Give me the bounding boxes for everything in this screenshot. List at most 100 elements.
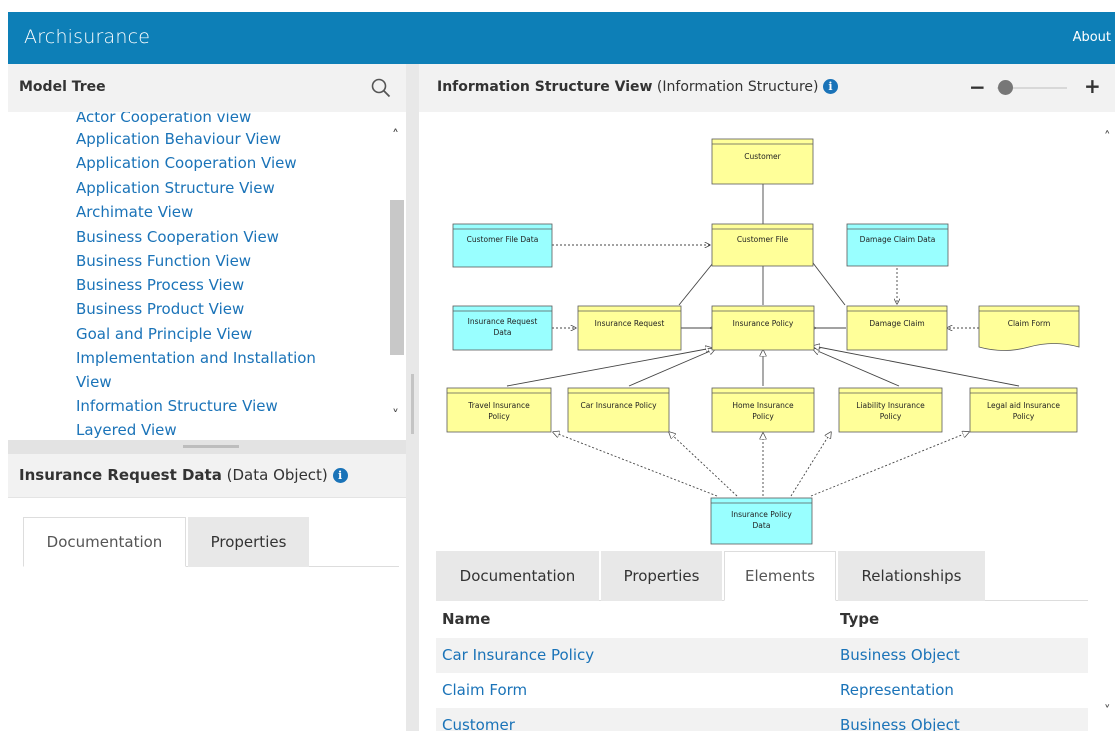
node-customer[interactable]: Customer [711,138,814,185]
column-type-header: Type [840,610,880,628]
right-pane: Information Structure View (Information … [419,64,1115,731]
left-pane: Model Tree Actor Cooperation view Applic… [8,64,406,731]
tab-relationships[interactable]: Relationships [838,551,985,601]
horizontal-splitter[interactable] [8,440,406,454]
node-label: Insurance Request [468,317,538,326]
node-label: Insurance Policy [733,319,794,328]
zoom-slider-knob[interactable] [997,80,1013,95]
tab-properties[interactable]: Properties [601,551,722,601]
column-name-header: Name [442,610,491,628]
tree-scrollbar-thumb[interactable] [390,200,404,355]
element-type-link[interactable]: Business Object [840,646,960,664]
app-header: Archisurance About [8,12,1115,64]
element-name-link[interactable]: Car Insurance Policy [442,646,594,664]
node-label: Customer [744,152,781,161]
node-damage-claim-data[interactable]: Damage Claim Data [846,223,949,267]
node-car-insurance-policy[interactable]: Car Insurance Policy [567,387,670,433]
tree-item[interactable]: Business Process View [76,273,244,297]
scroll-down-icon[interactable]: ˅ [1104,704,1111,719]
node-label: Car Insurance Policy [580,401,657,410]
node-label: Policy [752,412,774,421]
node-insurance-request-data[interactable]: Insurance Request Data [452,305,553,351]
splitter-grip [411,374,414,434]
information-structure-diagram[interactable]: Customer Customer File Customer File Dat… [419,112,1115,548]
tree-item-continuation[interactable]: View [76,370,112,394]
node-damage-claim[interactable]: Damage Claim [846,305,948,351]
table-row[interactable]: Car Insurance Policy Business Object [436,638,1088,673]
view-tabs: Documentation Properties Elements Relati… [436,551,1088,601]
node-insurance-policy-data[interactable]: Insurance Policy Data [710,497,813,545]
view-viewpoint: (Information Structure) [656,79,819,95]
node-insurance-policy[interactable]: Insurance Policy [711,305,815,351]
node-insurance-request[interactable]: Insurance Request [577,305,682,351]
search-icon[interactable] [370,77,392,99]
tab-documentation[interactable]: Documentation [436,551,599,601]
info-icon[interactable]: i [332,468,348,483]
table-header: Name Type [436,604,1088,634]
node-label: Insurance Policy [731,510,792,519]
element-name-link[interactable]: Claim Form [442,681,527,699]
tree-item-information-structure-view[interactable]: Information Structure View [76,394,278,418]
view-title: Information Structure View (Information … [437,79,838,95]
properties-tabs: Documentation Properties [23,517,399,567]
tab-documentation[interactable]: Documentation [23,517,186,567]
tree-item[interactable]: Business Product View [76,297,244,321]
node-label: Insurance Request [595,319,665,328]
node-customer-file[interactable]: Customer File [711,223,814,267]
node-label: Travel Insurance [467,401,530,410]
node-claim-form[interactable]: Claim Form [978,305,1080,351]
scroll-down-icon[interactable]: ˅ [392,408,399,424]
selected-element-title: Insurance Request Data (Data Object) i [19,466,348,484]
node-label: Data [494,328,512,337]
properties-header: Insurance Request Data (Data Object) i [8,454,406,498]
node-label: Data [753,521,771,530]
app-title: Archisurance [24,26,151,48]
node-liability-insurance-policy[interactable]: Liability Insurance Policy [838,387,943,433]
table-row[interactable]: Customer Business Object [436,708,1088,731]
tree-item[interactable]: Archimate View [76,200,193,224]
tree-item[interactable]: Business Function View [76,249,251,273]
tree-item[interactable]: Application Cooperation View [76,151,297,175]
model-tree-title: Model Tree [19,79,106,95]
node-label: Policy [1013,412,1035,421]
model-tree-header: Model Tree [8,64,406,112]
node-label: Customer File [737,235,789,244]
tab-properties[interactable]: Properties [188,517,309,567]
table-row[interactable]: Claim Form Representation [436,673,1088,708]
tree-scrollbar[interactable]: ˄ ˅ [390,112,406,440]
scroll-up-icon[interactable]: ˄ [392,128,399,144]
selected-element-name: Insurance Request Data [19,466,222,484]
node-label: Liability Insurance [856,401,925,410]
about-link[interactable]: About [1073,30,1111,45]
tree-item[interactable]: Layered View [76,418,177,442]
node-label: Policy [880,412,902,421]
view-name: Information Structure View [437,79,653,95]
node-legal-aid-insurance-policy[interactable]: Legal aid Insurance Policy [969,387,1078,433]
node-customer-file-data[interactable]: Customer File Data [452,223,553,268]
tree-item[interactable]: Business Cooperation View [76,225,279,249]
scroll-up-icon[interactable]: ˄ [1104,130,1111,145]
tree-item[interactable]: Goal and Principle View [76,322,252,346]
tree-item[interactable]: Implementation and Installation [76,346,316,370]
zoom-out-icon[interactable]: − [969,77,986,97]
splitter-grip [183,445,239,448]
node-label: Damage Claim Data [860,235,936,244]
element-type-link[interactable]: Business Object [840,716,960,731]
node-label: Damage Claim [869,319,924,328]
vertical-splitter[interactable] [406,64,419,731]
node-label: Claim Form [1008,319,1051,328]
node-travel-insurance-policy[interactable]: Travel Insurance Policy [446,387,552,433]
element-type-link[interactable]: Representation [840,681,954,699]
node-home-insurance-policy[interactable]: Home Insurance Policy [711,387,815,433]
node-label: Customer File Data [467,235,539,244]
node-label: Legal aid Insurance [987,401,1060,410]
info-icon[interactable]: i [822,79,838,94]
zoom-in-icon[interactable]: + [1084,76,1101,96]
diagram-canvas[interactable]: Customer Customer File Customer File Dat… [419,112,1115,548]
tree-item[interactable]: Application Structure View [76,176,275,200]
view-header: Information Structure View (Information … [419,64,1115,112]
node-label: Home Insurance [732,401,794,410]
element-name-link[interactable]: Customer [442,716,515,731]
tree-item[interactable]: Application Behaviour View [76,127,281,151]
tab-elements[interactable]: Elements [724,551,836,601]
